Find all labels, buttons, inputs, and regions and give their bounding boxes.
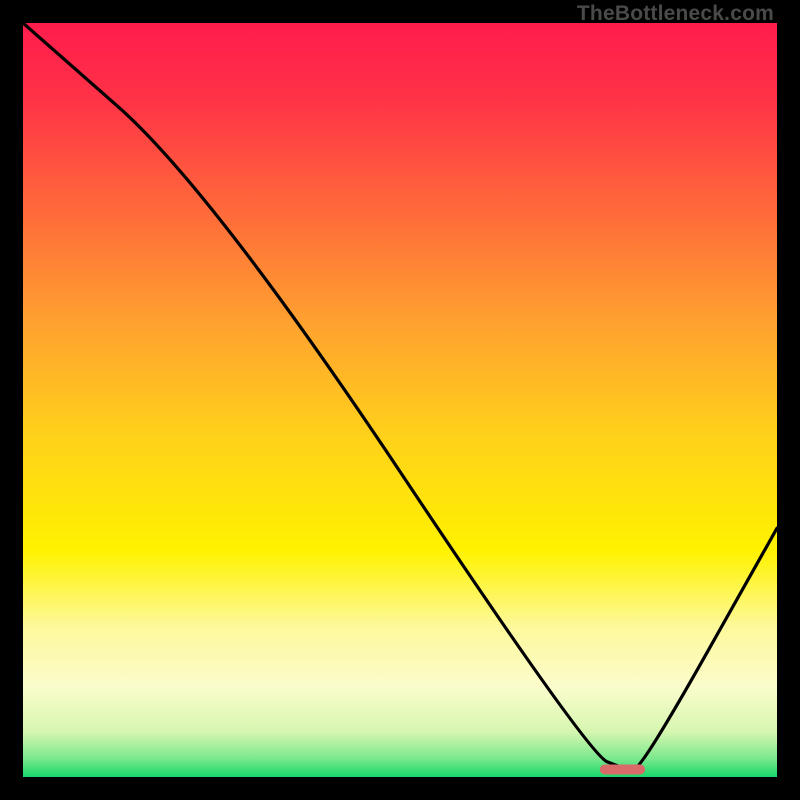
bottleneck-chart xyxy=(23,23,777,777)
chart-frame: TheBottleneck.com xyxy=(0,0,800,800)
plot-area xyxy=(23,23,777,777)
optimal-marker xyxy=(600,764,645,774)
gradient-background xyxy=(23,23,777,777)
